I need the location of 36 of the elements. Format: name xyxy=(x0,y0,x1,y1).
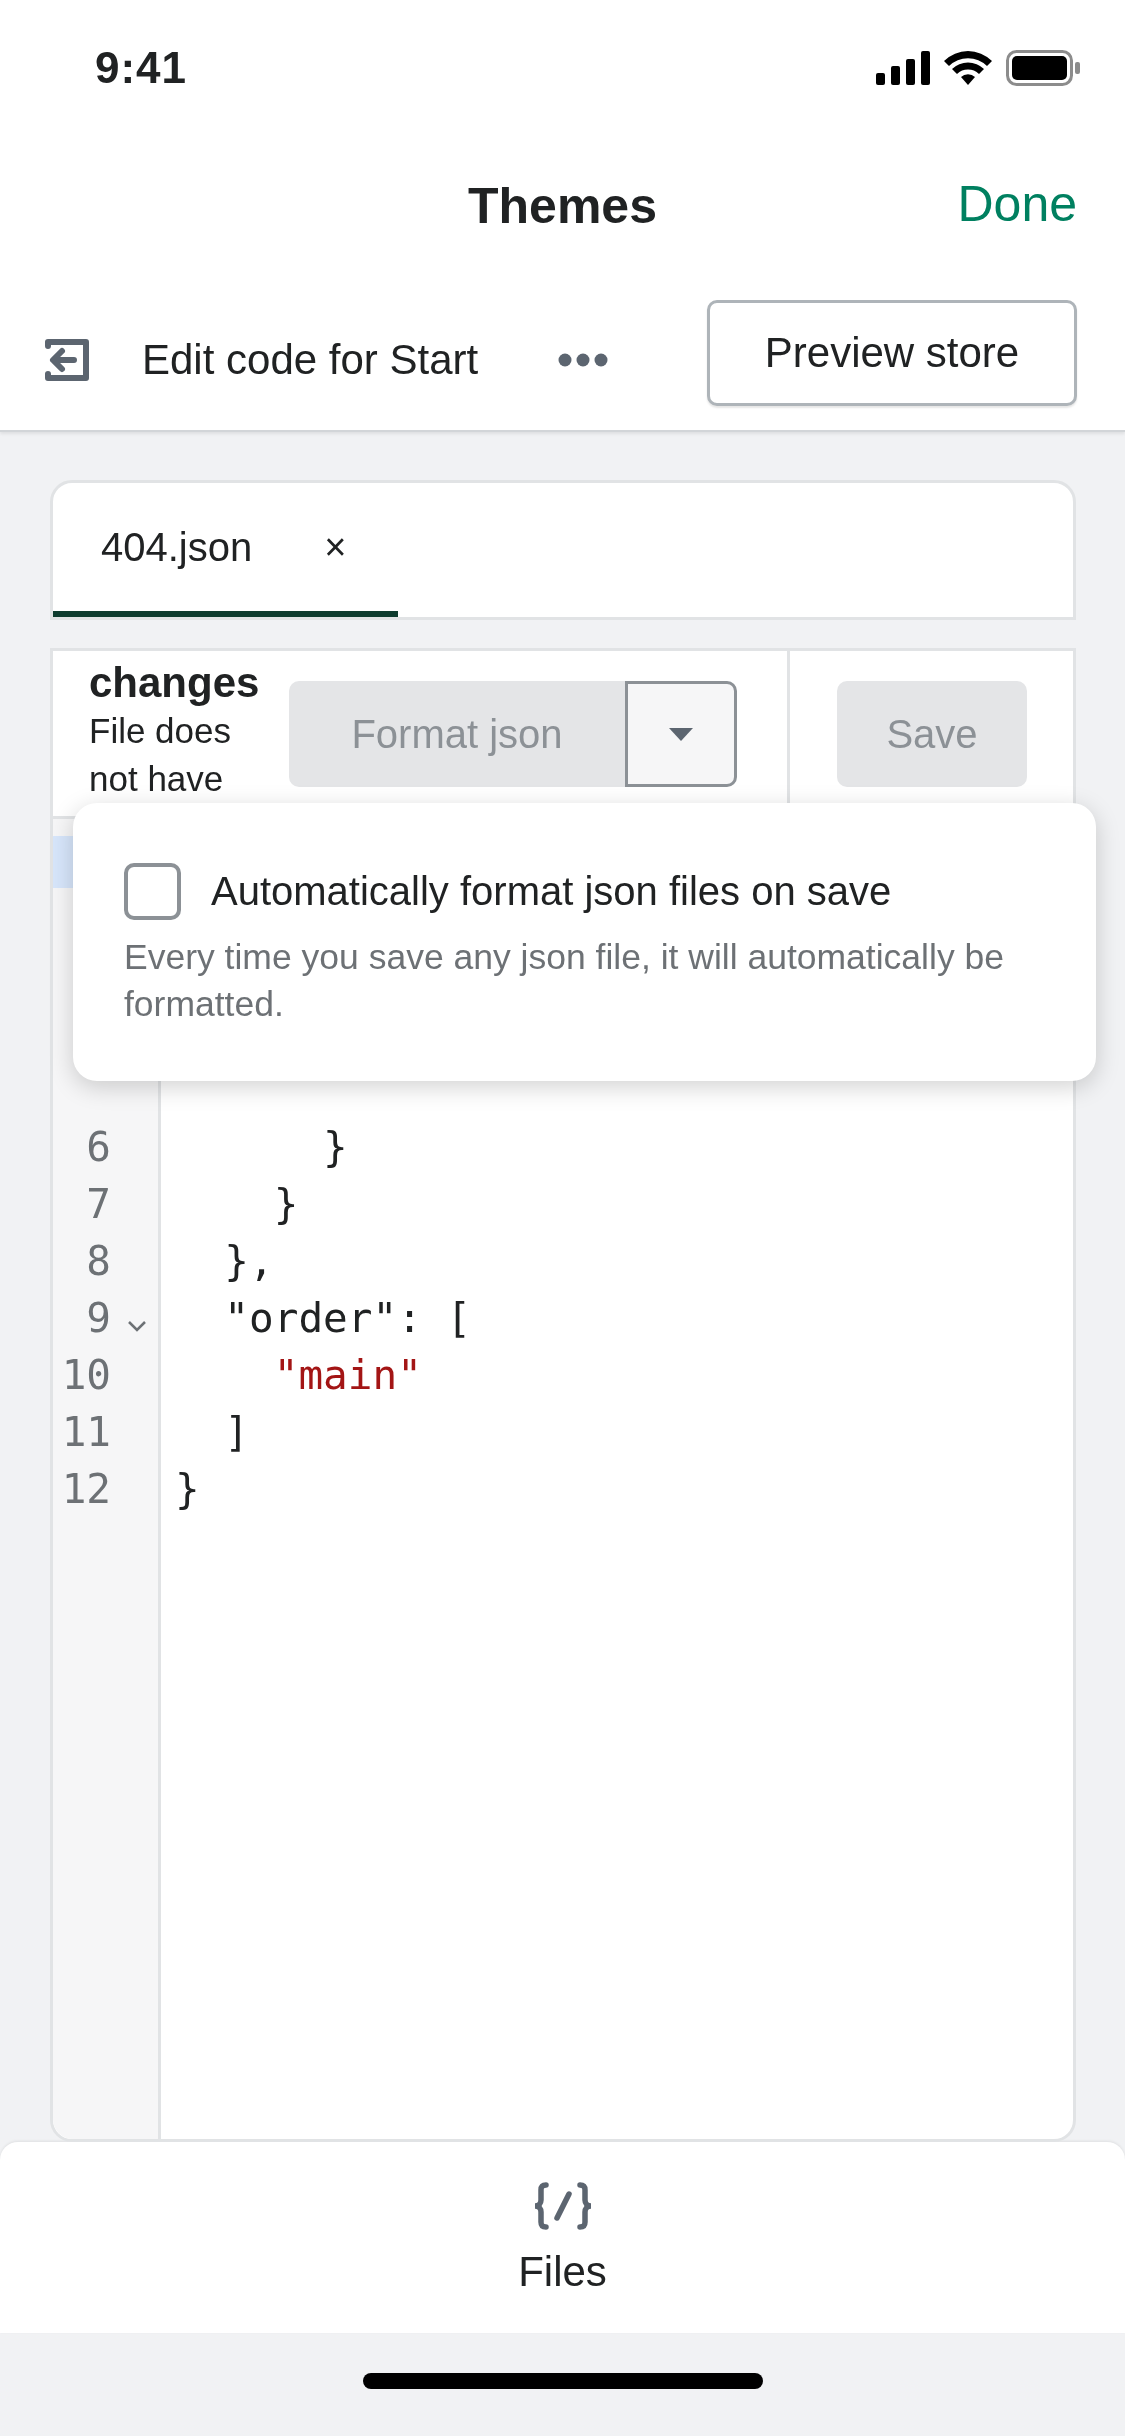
code-line: } xyxy=(175,1464,200,1513)
close-icon[interactable]: × xyxy=(324,525,347,569)
code-line: "order": [ xyxy=(223,1293,472,1342)
checkbox-label[interactable]: Automatically format json files on save xyxy=(211,869,892,914)
more-icon[interactable] xyxy=(558,353,609,367)
done-button[interactable]: Done xyxy=(957,175,1077,233)
signal-icon xyxy=(876,50,930,85)
exit-icon[interactable] xyxy=(42,336,90,384)
code-line: }, xyxy=(223,1236,274,1285)
tab-label: 404.json xyxy=(101,524,253,570)
description-text: Every time you save any json file, it will automatically be formatted. xyxy=(124,936,1005,1026)
toolbar-title: Edit code for Start xyxy=(142,336,479,384)
line-number: 9 xyxy=(85,1293,111,1342)
status-time: 9:41 xyxy=(95,42,188,93)
line-number: 12 xyxy=(60,1464,111,1513)
wifi-icon xyxy=(944,50,992,85)
code-line: ] xyxy=(223,1407,250,1456)
battery-icon xyxy=(1006,49,1080,86)
files-tab[interactable]: Files xyxy=(512,2142,613,2333)
line-number: 10 xyxy=(60,1350,111,1399)
code-line: "main" xyxy=(272,1350,422,1399)
active-line-highlight xyxy=(53,835,75,888)
line-number: 8 xyxy=(85,1236,111,1285)
chevron-down-icon[interactable] xyxy=(127,1319,147,1332)
code-line: } xyxy=(272,1179,299,1228)
dropdown-button[interactable] xyxy=(625,681,737,787)
status-text: File does not have xyxy=(89,710,233,800)
page-title: Themes xyxy=(468,177,657,235)
line-number: 6 xyxy=(85,1122,111,1171)
status-heading: changes xyxy=(89,659,261,707)
preview-store-button[interactable]: Preview store xyxy=(707,300,1077,406)
line-number: 11 xyxy=(60,1407,111,1456)
code-line: } xyxy=(322,1122,348,1171)
line-number: 7 xyxy=(85,1179,111,1228)
checkbox[interactable] xyxy=(124,863,181,920)
caret-icon xyxy=(669,727,693,741)
